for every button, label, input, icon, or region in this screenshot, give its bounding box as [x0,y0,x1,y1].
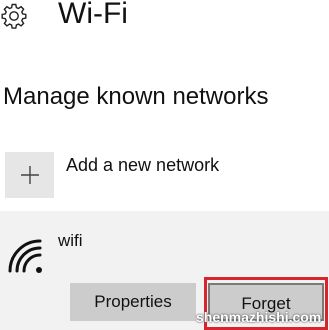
page-title: Wi-Fi [58,0,128,30]
add-network-button[interactable]: Add a new network [0,148,329,198]
gear-icon [1,3,27,29]
network-name: wifi [58,231,83,250]
page-header: Wi-Fi [0,0,329,40]
section-title: Manage known networks [3,83,269,110]
add-network-label: Add a new network [66,155,220,175]
plus-icon-box[interactable] [5,152,54,198]
watermark: shenmazhishi.com [196,309,322,325]
plus-icon [21,166,39,184]
properties-button[interactable]: Properties [70,283,196,321]
network-item[interactable]: wifi Properties Forget shenmazhishi.com [0,211,329,330]
wifi-signal-icon [8,239,42,273]
